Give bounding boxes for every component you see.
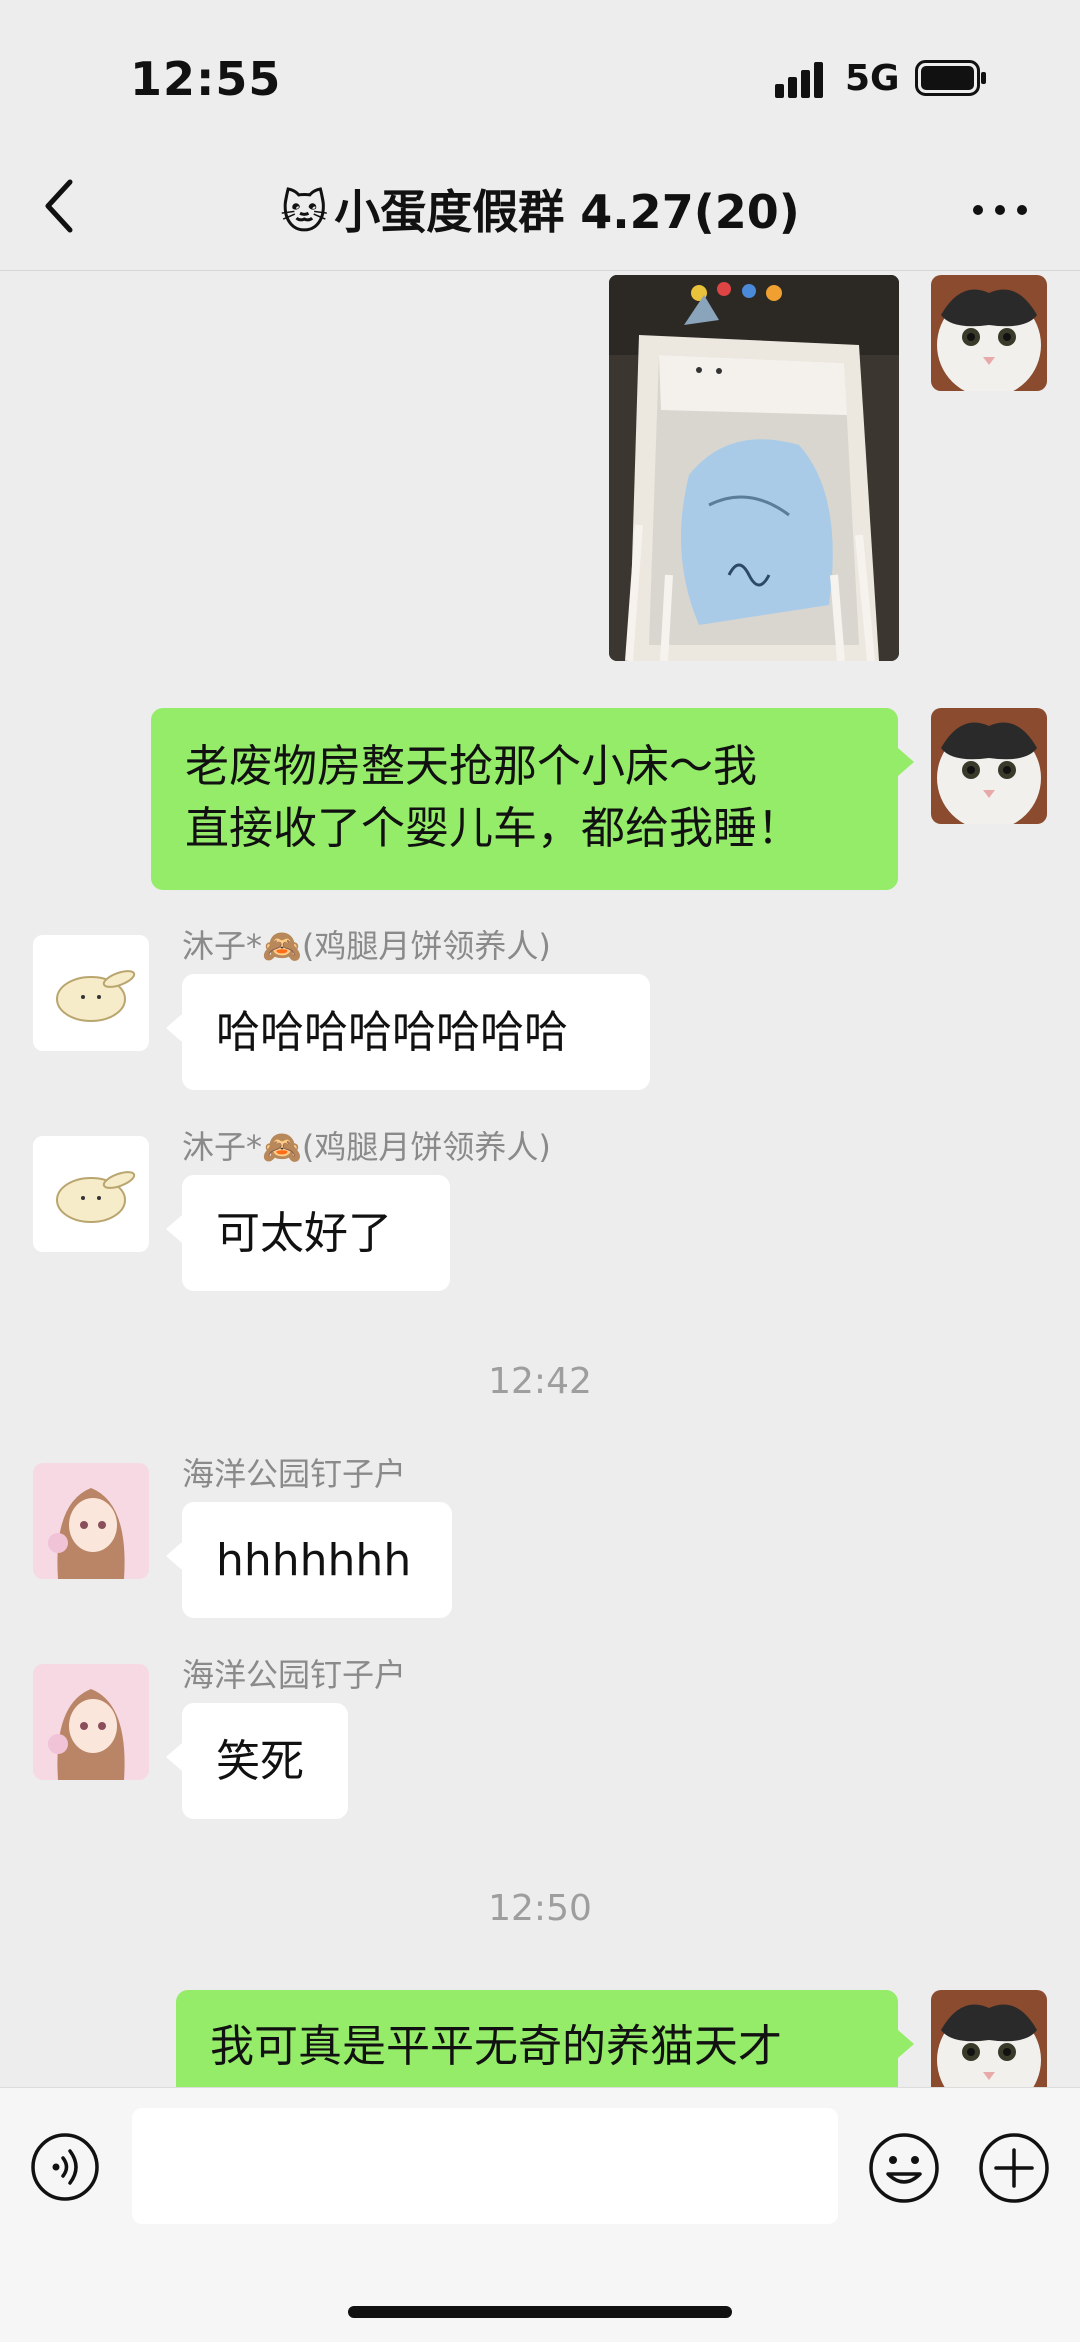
more-dots-icon[interactable]	[970, 200, 1030, 220]
contact-avatar[interactable]	[33, 1463, 149, 1579]
self-avatar[interactable]	[931, 275, 1047, 391]
contact-message-bubble[interactable]: 哈哈哈哈哈哈哈哈	[166, 974, 650, 1090]
battery-icon	[915, 60, 986, 96]
self-avatar[interactable]	[931, 1990, 1047, 2087]
sender-name: 海洋公园钉子户	[182, 1455, 407, 1493]
sender-name: 海洋公园钉子户	[182, 1656, 407, 1694]
plus-icon[interactable]	[978, 2132, 1050, 2204]
contact-message-bubble[interactable]: 可太好了	[166, 1175, 450, 1291]
timestamp: 12:42	[488, 1361, 592, 1402]
contact-avatar[interactable]	[33, 1664, 149, 1780]
self-avatar[interactable]	[931, 708, 1047, 824]
chat-header: 🐱 小蛋度假群 4.27(20)	[0, 150, 1080, 271]
message-list[interactable]: 老废物房整天抢那个小床～我 直接收了个婴儿车，都给我睡！ 沐子*🙈(鸡腿月饼领养…	[0, 271, 1080, 2087]
home-indicator[interactable]	[348, 2306, 732, 2318]
emoji-icon[interactable]	[868, 2132, 940, 2204]
status-time: 12:55	[130, 52, 282, 106]
voice-icon[interactable]	[30, 2132, 100, 2202]
status-bar: 12:55 5G	[0, 0, 1080, 150]
sender-name: 沐子*🙈(鸡腿月饼领养人)	[182, 1128, 551, 1166]
contact-message-bubble[interactable]: 笑死	[166, 1703, 348, 1819]
network-type: 5G	[845, 58, 900, 99]
self-message-bubble[interactable]: 老废物房整天抢那个小床～我 直接收了个婴儿车，都给我睡！	[151, 708, 914, 890]
chat-title-text: 小蛋度假群 4.27(20)	[334, 185, 800, 239]
sender-name: 沐子*🙈(鸡腿月饼领养人)	[182, 927, 551, 965]
self-message-bubble[interactable]: 我可真是平平无奇的养猫天才	[176, 1990, 914, 2087]
contact-avatar[interactable]	[33, 935, 149, 1051]
message-line: 老废物房整天抢那个小床～我	[185, 741, 757, 792]
contact-message-bubble[interactable]: hhhhhhh	[166, 1502, 452, 1618]
timestamp: 12:50	[488, 1888, 592, 1929]
contact-avatar[interactable]	[33, 1136, 149, 1252]
crib-photo[interactable]	[609, 275, 899, 661]
cat-emoji-icon: 🐱	[280, 185, 329, 239]
chat-title[interactable]: 🐱 小蛋度假群 4.27(20)	[0, 176, 1080, 242]
input-bar	[0, 2087, 1080, 2342]
message-line: 直接收了个婴儿车，都给我睡！	[185, 803, 801, 854]
message-input[interactable]	[132, 2108, 838, 2224]
cellular-signal-icon	[775, 62, 823, 98]
